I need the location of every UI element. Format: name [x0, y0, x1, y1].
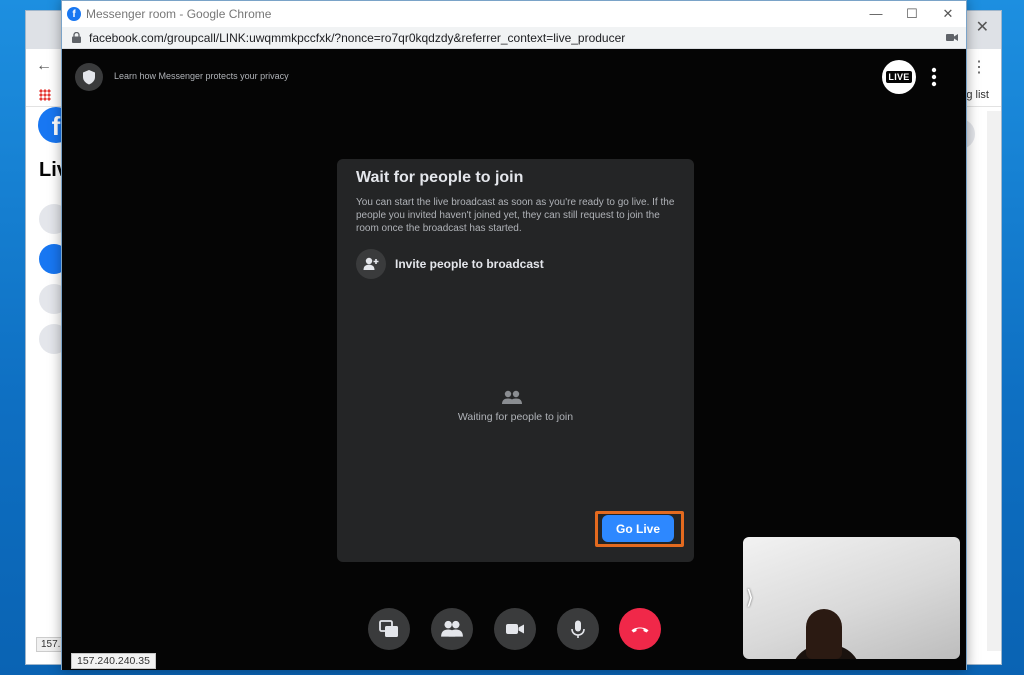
background-scrollbar[interactable]	[987, 111, 1001, 651]
live-indicator-button[interactable]: LIVE	[882, 60, 916, 94]
address-bar[interactable]: facebook.com/groupcall/LINK:uwqmmkpccfxk…	[62, 27, 966, 49]
title-bar[interactable]: f Messenger room - Google Chrome — ☐ ✕	[62, 1, 966, 27]
add-person-icon	[356, 249, 386, 279]
collapse-chevron-icon[interactable]: ⟩	[746, 585, 754, 610]
self-camera-preview[interactable]: ⟩	[743, 537, 960, 659]
participants-icon	[441, 620, 463, 637]
close-button[interactable]: ✕	[930, 3, 966, 25]
camera-indicator-icon[interactable]	[946, 33, 958, 42]
window-title: Messenger room - Google Chrome	[86, 7, 272, 21]
status-bar-url: 157.240.240.35	[71, 653, 156, 669]
waiting-text: Waiting for people to join	[457, 411, 574, 423]
close-icon[interactable]: ✕	[976, 17, 989, 37]
wait-for-people-card: Wait for people to join You can start th…	[337, 159, 694, 562]
apps-grid-icon[interactable]	[39, 89, 51, 101]
minimize-button[interactable]: —	[858, 3, 894, 25]
card-description: You can start the live broadcast as soon…	[356, 197, 675, 234]
share-screen-icon	[379, 620, 398, 637]
hang-up-icon	[631, 627, 649, 633]
more-menu-icon[interactable]: ⋮	[971, 57, 987, 77]
more-options-icon[interactable]	[928, 65, 940, 89]
invite-people-button[interactable]: Invite people to broadcast	[356, 249, 544, 279]
lock-icon	[72, 32, 81, 43]
participants-button[interactable]	[431, 608, 473, 650]
card-title: Wait for people to join	[356, 169, 524, 186]
privacy-link[interactable]: Learn how Messenger protects your privac…	[114, 71, 289, 81]
url-text[interactable]: facebook.com/groupcall/LINK:uwqmmkpccfxk…	[89, 31, 625, 45]
microphone-toggle-button[interactable]	[557, 608, 599, 650]
maximize-button[interactable]: ☐	[894, 3, 930, 25]
privacy-shield-button[interactable]	[75, 63, 103, 91]
video-camera-icon	[506, 624, 524, 634]
call-stage: Learn how Messenger protects your privac…	[62, 49, 966, 670]
messenger-room-window: f Messenger room - Google Chrome — ☐ ✕ f…	[61, 0, 967, 670]
go-live-button[interactable]: Go Live	[602, 515, 674, 542]
live-badge-label: LIVE	[886, 71, 912, 83]
people-icon	[502, 390, 522, 404]
camera-toggle-button[interactable]	[494, 608, 536, 650]
self-view-person-head	[806, 609, 842, 659]
share-screen-button[interactable]	[368, 608, 410, 650]
shield-icon	[83, 70, 95, 85]
facebook-favicon-icon: f	[67, 7, 81, 21]
microphone-icon	[571, 620, 585, 638]
invite-label: Invite people to broadcast	[395, 257, 544, 271]
back-arrow-icon[interactable]: ←	[36, 57, 52, 75]
end-call-button[interactable]	[619, 608, 661, 650]
